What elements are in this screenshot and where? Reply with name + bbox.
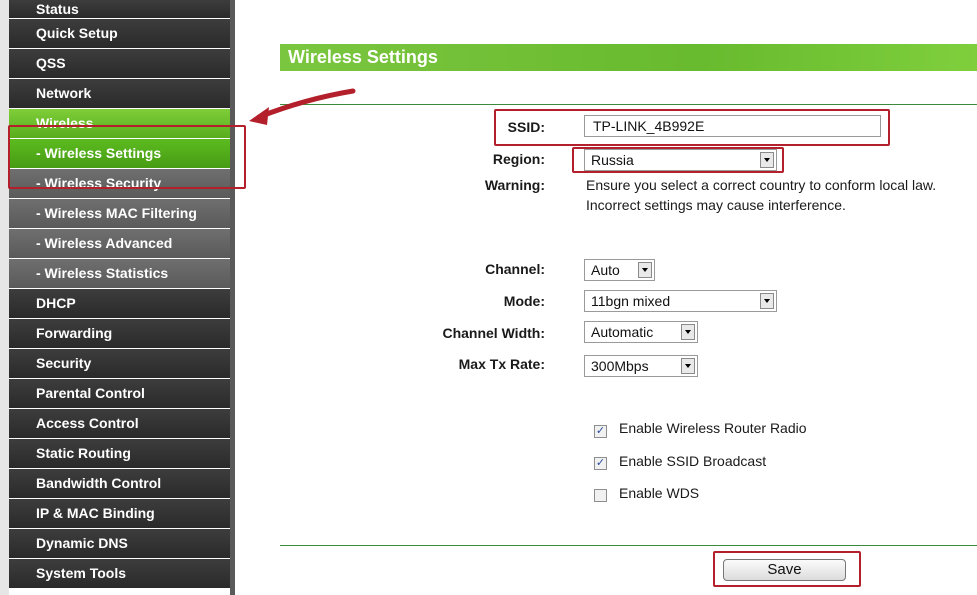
wireless-radio-checkbox[interactable]: ✓ [594, 425, 607, 438]
sidebar-item-dynamic-dns[interactable]: Dynamic DNS [9, 529, 230, 558]
sidebar-menu: Status Quick Setup QSS Network Wireless - Wir… [9, 0, 230, 589]
channel-width-select[interactable]: Automatic [584, 321, 698, 343]
ssid-broadcast-checkbox[interactable]: ✓ [594, 457, 607, 470]
chevron-down-icon [760, 293, 774, 309]
sidebar-item-status[interactable]: Status [9, 0, 230, 18]
wds-checkbox[interactable] [594, 489, 607, 502]
channel-label: Channel: [485, 261, 545, 277]
sidebar-item-system-tools[interactable]: System Tools [9, 559, 230, 588]
annotation-box-save [713, 551, 861, 587]
chevron-down-icon [681, 358, 695, 374]
mode-select[interactable]: 11bgn mixed [584, 290, 777, 312]
sidebar-item-qss[interactable]: QSS [9, 49, 230, 78]
wireless-radio-label: Enable Wireless Router Radio [619, 420, 807, 436]
sidebar-item-ip-mac-binding[interactable]: IP & MAC Binding [9, 499, 230, 528]
channel-width-label: Channel Width: [442, 325, 545, 341]
sidebar-item-wireless-statistics[interactable]: - Wireless Statistics [9, 259, 230, 288]
mode-value: 11bgn mixed [591, 293, 671, 309]
channel-select[interactable]: Auto [584, 259, 655, 281]
annotation-box-ssid [494, 109, 890, 146]
max-tx-rate-select[interactable]: 300Mbps [584, 355, 698, 377]
sidebar-item-quick-setup[interactable]: Quick Setup [9, 19, 230, 48]
warning-line1: Ensure you select a correct country to c… [586, 177, 937, 193]
top-divider [280, 104, 977, 105]
sidebar-item-wireless-mac-filtering[interactable]: - Wireless MAC Filtering [9, 199, 230, 228]
channel-width-value: Automatic [591, 324, 654, 340]
region-label: Region: [492, 151, 545, 167]
max-tx-rate-value: 300Mbps [591, 358, 649, 374]
chevron-down-icon [638, 262, 652, 278]
sidebar-strip [0, 0, 9, 595]
warning-label: Warning: [484, 177, 545, 193]
channel-value: Auto [591, 262, 620, 278]
mode-label: Mode: [503, 293, 545, 309]
sidebar-item-dhcp[interactable]: DHCP [9, 289, 230, 318]
max-tx-rate-label: Max Tx Rate: [458, 356, 545, 372]
annotation-arrow-icon [249, 88, 356, 125]
bottom-divider [280, 545, 977, 546]
annotation-box-region [572, 147, 784, 173]
sidebar-item-access-control[interactable]: Access Control [9, 409, 230, 438]
sidebar-item-forwarding[interactable]: Forwarding [9, 319, 230, 348]
chevron-down-icon [681, 324, 695, 340]
sidebar: Status Quick Setup QSS Network Wireless - Wir… [0, 0, 235, 595]
warning-line2: Incorrect settings may cause interferenc… [586, 197, 846, 213]
sidebar-item-parental-control[interactable]: Parental Control [9, 379, 230, 408]
sidebar-item-security[interactable]: Security [9, 349, 230, 378]
sidebar-item-wireless-advanced[interactable]: - Wireless Advanced [9, 229, 230, 258]
sidebar-item-static-routing[interactable]: Static Routing [9, 439, 230, 468]
annotation-box-wireless [8, 125, 246, 189]
page-title: Wireless Settings [280, 44, 977, 71]
ssid-broadcast-label: Enable SSID Broadcast [619, 453, 767, 469]
sidebar-item-network[interactable]: Network [9, 79, 230, 108]
wds-label: Enable WDS [619, 485, 700, 501]
sidebar-item-bandwidth-control[interactable]: Bandwidth Control [9, 469, 230, 498]
sidebar-divider [230, 0, 235, 595]
